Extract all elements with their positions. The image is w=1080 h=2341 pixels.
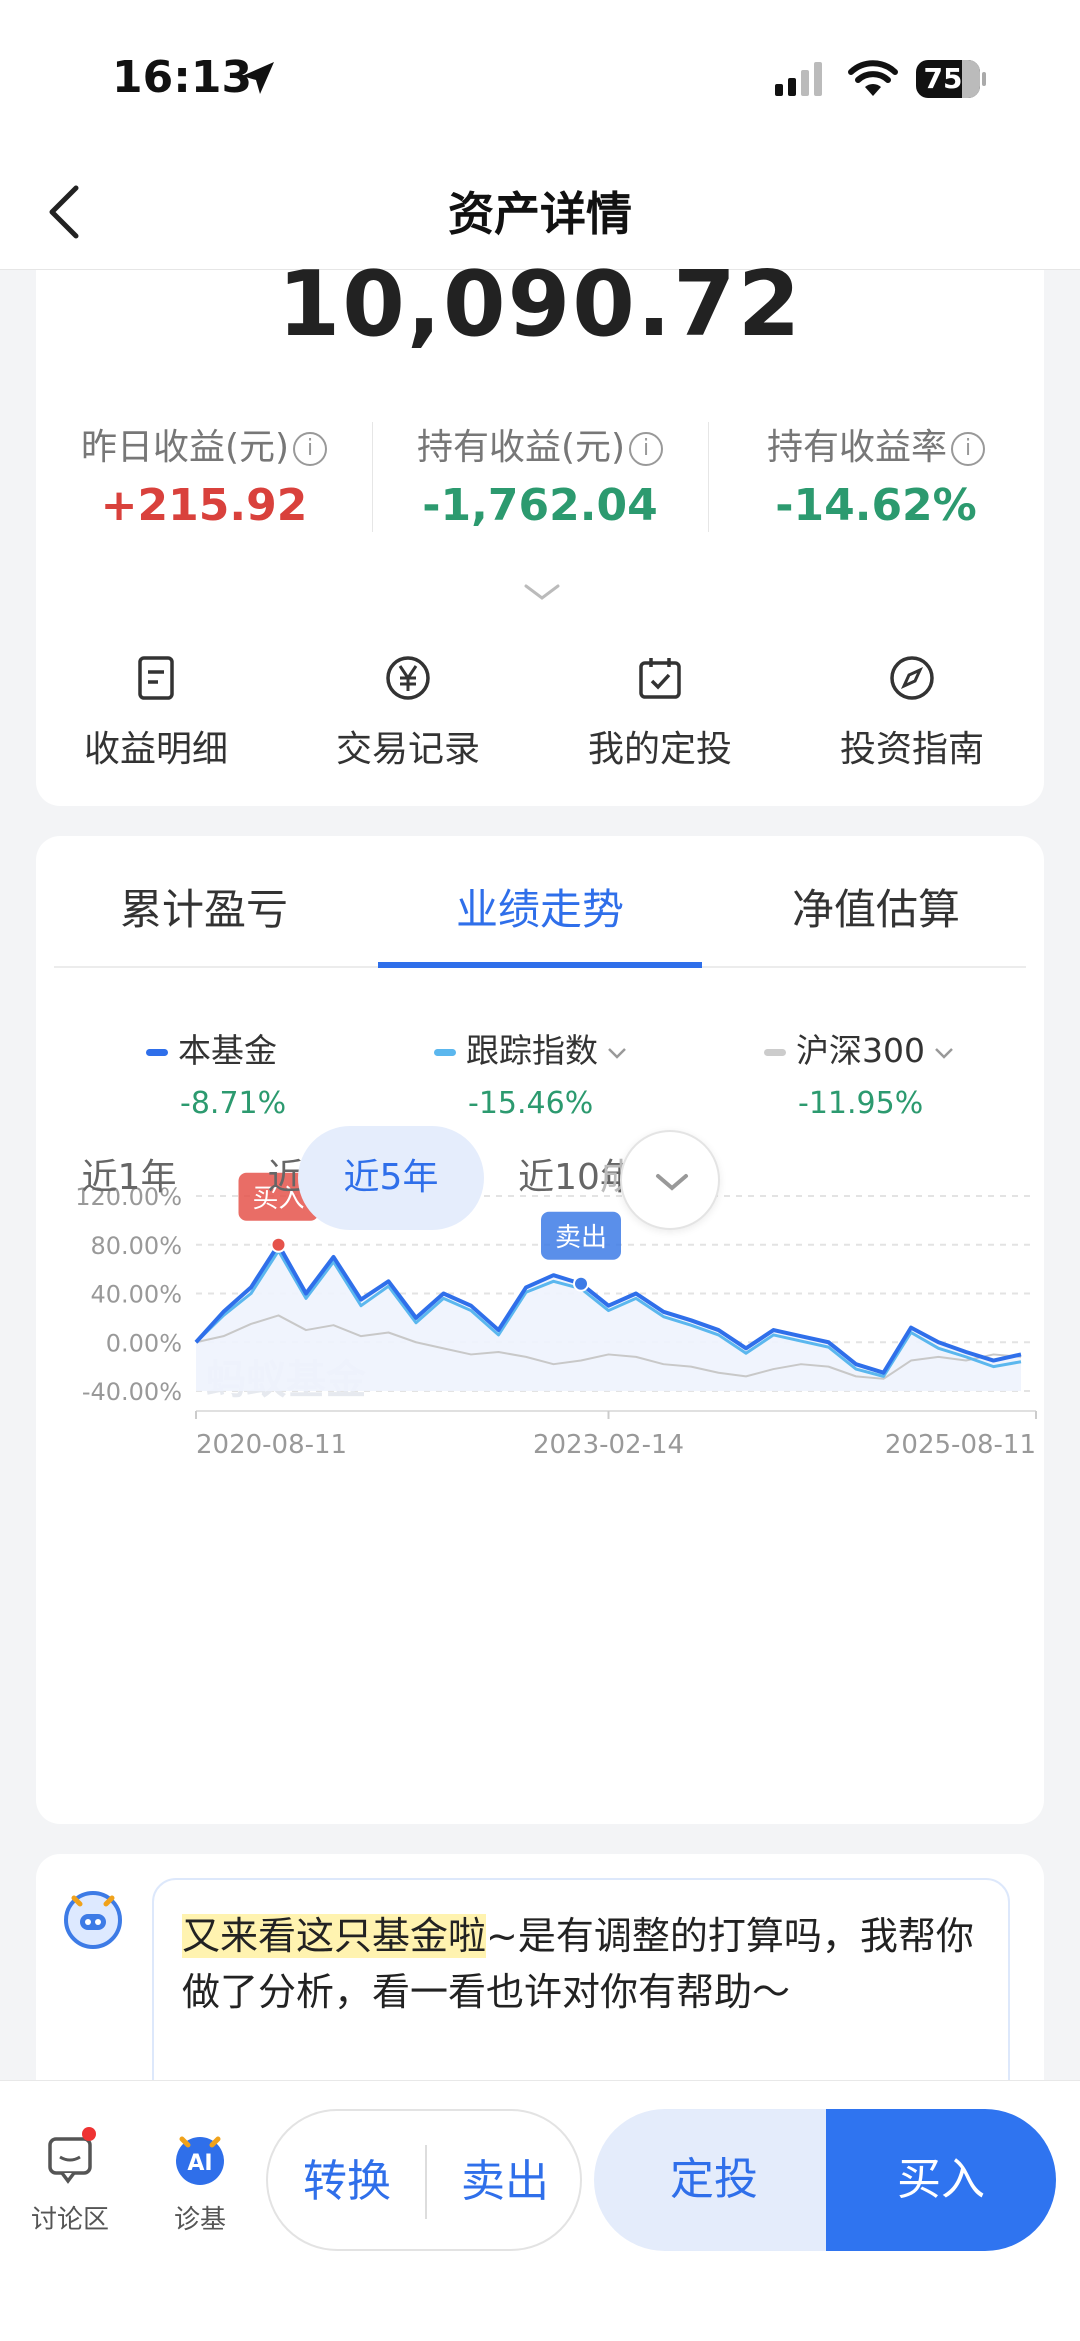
status-time: 16:13 — [112, 52, 253, 103]
wifi-icon — [848, 60, 898, 96]
asset-summary-card: 10,090.72 昨日收益(元) i +215.92 持有收益(元) i -1,7… — [36, 252, 1044, 806]
range-1y[interactable]: 近1年 — [36, 1126, 222, 1230]
ai-badge-text: AI — [187, 2151, 212, 2176]
battery-icon: 75 — [916, 60, 986, 98]
range-5y[interactable]: 近5年 — [298, 1126, 484, 1230]
dropdown-chevron-icon — [935, 1047, 953, 1059]
range-more-button[interactable] — [620, 1130, 720, 1230]
legend-fund: 本基金 -8.71% — [146, 1024, 286, 1121]
quick-action-label: 交易记录 — [335, 729, 480, 770]
info-icon[interactable]: i — [293, 432, 328, 466]
bottom-action-bar: 讨论区 AI 诊基 转换 卖出 定投 买入 — [0, 2080, 1080, 2341]
stat-label: 昨日收益(元) — [80, 427, 290, 468]
x-tick-label: 2020-08-11 — [196, 1430, 347, 1460]
dropdown-chevron-icon — [608, 1047, 626, 1059]
diagnose-button[interactable]: AI 诊基 — [140, 2131, 260, 2236]
legend-return: -8.71% — [180, 1086, 287, 1121]
trade-marker[interactable] — [270, 1236, 287, 1253]
document-icon — [138, 656, 174, 700]
stat-label: 持有收益(元) — [416, 427, 626, 468]
battery-level: 75 — [923, 62, 963, 95]
convert-sell-group: 转换 卖出 — [266, 2109, 582, 2251]
discussion-button[interactable]: 讨论区 — [10, 2127, 130, 2236]
notification-dot — [82, 2127, 96, 2141]
quick-action-label: 投资指南 — [839, 729, 984, 770]
range-selector: 近1年 近3年 近5年 近10年 成立 — [36, 1126, 1044, 1236]
legend-tracking-index[interactable]: 跟踪指数 -15.46% — [434, 1024, 628, 1121]
ai-diagnose-icon: AI — [176, 2136, 224, 2185]
legend-name: 沪深300 — [796, 1031, 925, 1070]
legend-name: 本基金 — [178, 1031, 277, 1070]
quick-action-label: 我的定投 — [587, 729, 732, 770]
legend-swatch — [764, 1049, 786, 1056]
legend-return: -11.95% — [798, 1086, 924, 1121]
info-icon[interactable]: i — [951, 432, 985, 466]
legend-return: -15.46% — [468, 1086, 594, 1121]
y-tick-label: -40.00% — [82, 1378, 182, 1406]
yesterday-income: 昨日收益(元) i +215.92 — [36, 418, 372, 531]
x-tick-label: 2023-02-14 — [533, 1430, 684, 1460]
ai-assistant-avatar[interactable] — [60, 1884, 126, 1950]
stat-value: -14.62% — [775, 480, 977, 531]
quick-action-label: 收益明细 — [83, 729, 228, 770]
discussion-label: 讨论区 — [30, 2205, 109, 2235]
stat-value: -1,762.04 — [422, 480, 658, 531]
ai-message-highlight: 又来看这只基金啦 — [182, 1914, 487, 1958]
buy-button[interactable]: 买入 — [826, 2109, 1056, 2251]
performance-card: 累计盈亏 业绩走势 净值估算 本基金 -8.71% 跟踪指数 -15.46% 沪… — [36, 836, 1044, 1824]
expand-chevron-icon[interactable] — [522, 580, 562, 604]
quick-investment-guide[interactable]: 投资指南 — [786, 654, 1038, 772]
page-title: 资产详情 — [448, 187, 632, 241]
auto-invest-button[interactable]: 定投 — [594, 2109, 834, 2251]
tab-nav-estimate[interactable]: 净值估算 — [708, 876, 1044, 937]
y-tick-label: 0.00% — [106, 1329, 182, 1357]
status-bar: 16:13 75 — [0, 0, 1080, 160]
x-tick-label: 2025-08-11 — [885, 1430, 1036, 1460]
cellular-signal-icon — [775, 62, 822, 96]
legend-csi300[interactable]: 沪深300 -11.95% — [764, 1024, 955, 1121]
legend-swatch — [434, 1049, 456, 1056]
calendar-check-icon — [639, 658, 681, 699]
tab-performance-trend[interactable]: 业绩走势 — [372, 876, 708, 937]
holding-income: 持有收益(元) i -1,762.04 — [372, 418, 708, 531]
total-asset-value: 10,090.72 — [277, 252, 803, 357]
y-tick-label: 40.00% — [90, 1281, 182, 1309]
diagnose-label: 诊基 — [173, 2205, 226, 2235]
legend-swatch — [146, 1049, 168, 1056]
chevron-down-icon — [656, 1174, 688, 1191]
info-icon[interactable]: i — [629, 432, 664, 466]
stat-label: 持有收益率 — [766, 427, 947, 468]
sell-button[interactable]: 卖出 — [426, 2111, 584, 2253]
active-tab-indicator — [378, 962, 702, 968]
quick-my-auto-invest[interactable]: 我的定投 — [534, 654, 786, 772]
quick-trade-records[interactable]: 交易记录 — [282, 654, 534, 772]
trade-marker[interactable] — [573, 1275, 589, 1292]
location-arrow-icon — [242, 62, 274, 94]
yen-circle-icon — [386, 656, 430, 700]
stat-value: +215.92 — [100, 480, 308, 531]
compass-icon — [890, 656, 934, 700]
holding-return-rate: 持有收益率 i -14.62% — [708, 418, 1044, 531]
quick-income-detail[interactable]: 收益明细 — [30, 654, 282, 772]
tab-cumulative-pnl[interactable]: 累计盈亏 — [36, 876, 372, 937]
convert-button[interactable]: 转换 — [268, 2111, 426, 2253]
legend-name: 跟踪指数 — [466, 1031, 598, 1070]
